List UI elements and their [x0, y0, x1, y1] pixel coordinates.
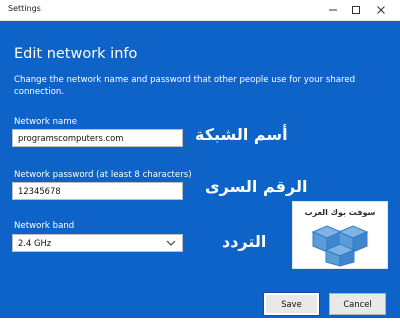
network-band-label: Network band [14, 221, 75, 231]
bottom-strip [0, 318, 400, 323]
maximize-icon [351, 5, 361, 15]
chevron-down-icon [166, 239, 176, 249]
edit-network-dialog: Edit network info Change the network nam… [0, 21, 400, 318]
dialog-description: Change the network name and password tha… [14, 75, 356, 97]
network-password-value: 12345678 [18, 186, 61, 196]
network-name-value: programscomputers.com [18, 133, 124, 143]
network-band-select[interactable]: 2.4 GHz [12, 234, 183, 252]
network-band-value: 2.4 GHz [18, 238, 52, 248]
watermark-logo: سوفت بوك العرب [292, 201, 388, 269]
title-bar: Settings [0, 0, 400, 21]
cancel-button[interactable]: Cancel [329, 293, 386, 315]
network-password-field[interactable]: 12345678 [12, 182, 183, 200]
network-name-field[interactable]: programscomputers.com [12, 129, 183, 147]
maximize-button[interactable] [343, 0, 369, 20]
settings-window: Settings Edit network info Change the ne… [0, 0, 400, 323]
dialog-heading: Edit network info [14, 46, 138, 62]
network-password-label: Network password (at least 8 characters) [14, 170, 192, 180]
close-icon [376, 5, 386, 15]
network-name-label: Network name [14, 117, 77, 127]
arabic-band-caption: التردد [222, 232, 267, 251]
window-title: Settings [8, 4, 41, 13]
arabic-password-caption: الرقم السرى [205, 177, 308, 196]
minimize-icon [328, 5, 338, 15]
arabic-network-name-caption: أسم الشبكة [195, 125, 288, 144]
cube-logo-icon [311, 225, 369, 267]
save-button[interactable]: Save [263, 292, 320, 316]
close-button[interactable] [368, 0, 394, 20]
